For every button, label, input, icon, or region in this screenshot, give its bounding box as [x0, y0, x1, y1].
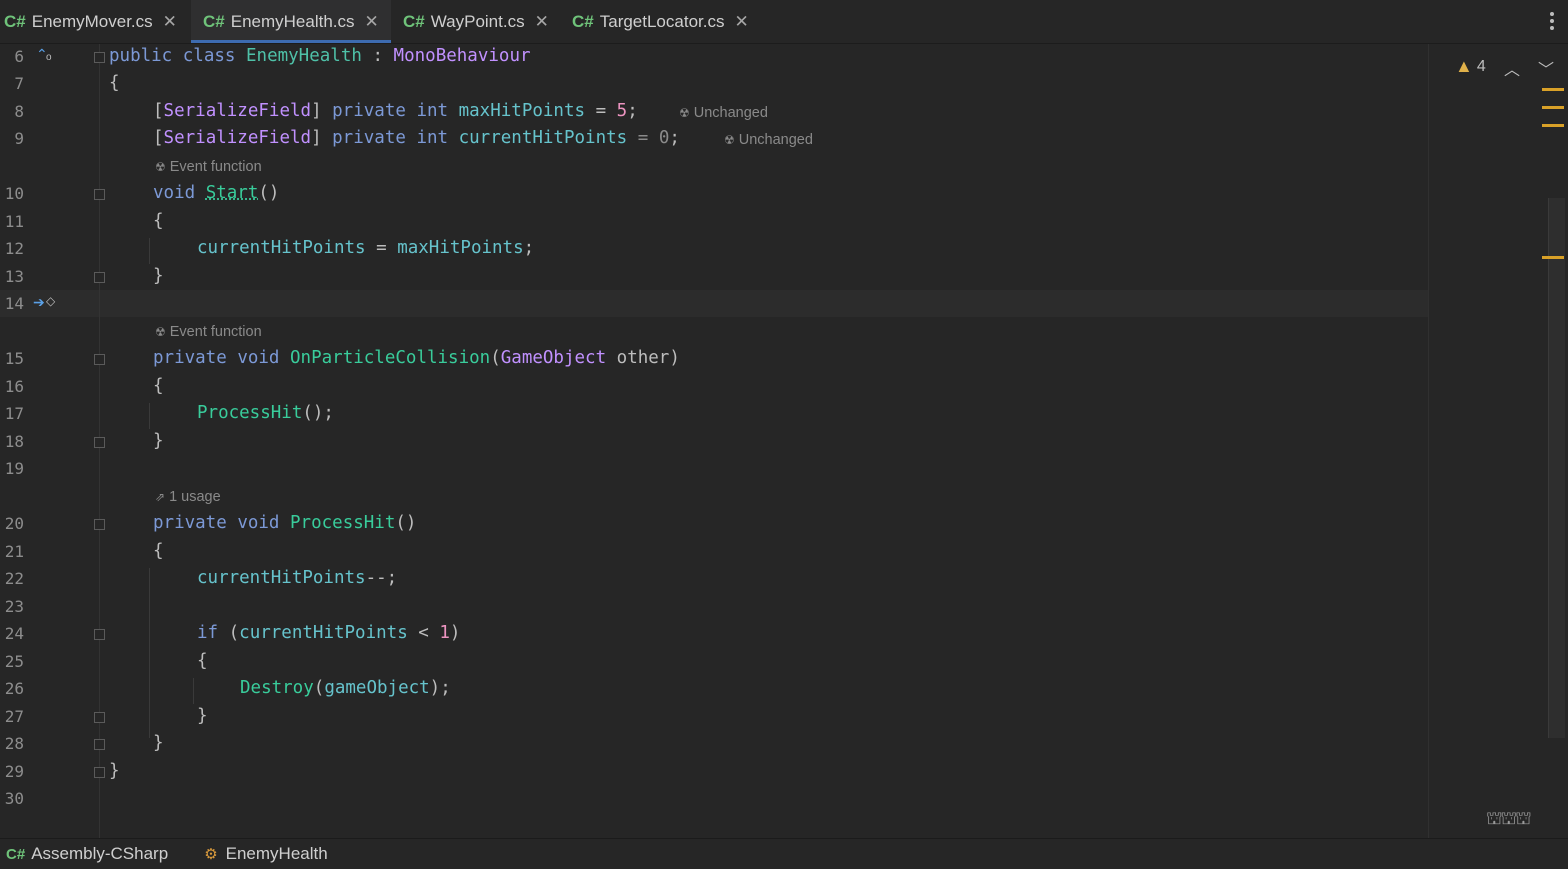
- code-line-30: 30: [4, 789, 24, 808]
- fold-marker[interactable]: [94, 354, 105, 365]
- code-line-27: 27 }: [4, 706, 208, 726]
- warning-stripe[interactable]: [1542, 106, 1564, 109]
- inspection-widget[interactable]: ▲ 4: [1455, 56, 1486, 77]
- csharp-icon: C#: [203, 11, 225, 31]
- tab-label: WayPoint.cs: [430, 11, 525, 31]
- csharp-icon: C#: [572, 11, 594, 31]
- quick-fix-icon[interactable]: ◇: [46, 294, 55, 308]
- tab-label: EnemyHealth.cs: [230, 11, 355, 31]
- code-line-18: 18 }: [4, 431, 164, 451]
- fold-marker[interactable]: [94, 437, 105, 448]
- code-line-12: 12 currentHitPoints = maxHitPoints;: [4, 238, 535, 258]
- csharp-icon: C#: [403, 11, 425, 31]
- fold-marker[interactable]: [94, 712, 105, 723]
- code-editor[interactable]: 6 ⌃ o public class EnemyHealth : MonoBeh…: [0, 44, 1568, 838]
- close-icon[interactable]: ✕: [734, 12, 748, 32]
- event-function-lens[interactable]: ☢ Event function: [155, 159, 262, 181]
- code-line-28: 28 }: [4, 733, 164, 753]
- tab-label: EnemyMover.cs: [31, 11, 153, 31]
- fold-marker[interactable]: [94, 739, 105, 750]
- code-line-23: 23: [4, 597, 24, 616]
- warning-stripe[interactable]: [1542, 256, 1564, 259]
- breadcrumb-bar: C# Assembly-CSharp ⚙ EnemyHealth: [0, 838, 1568, 869]
- unity-icon: ☢: [155, 325, 166, 339]
- warning-stripe[interactable]: [1542, 124, 1564, 127]
- code-line-29: 29 }: [4, 761, 120, 781]
- fold-marker[interactable]: [94, 629, 105, 640]
- code-line-25: 25 {: [4, 651, 208, 671]
- event-function-lens[interactable]: ☢ Event function: [155, 324, 262, 346]
- warning-stripe[interactable]: [1542, 88, 1564, 91]
- more-vert-icon[interactable]: [1550, 9, 1554, 33]
- tab-label: TargetLocator.cs: [599, 11, 725, 31]
- chevron-up-icon[interactable]: ︿: [1504, 56, 1520, 80]
- run-arrow-icon[interactable]: ➔: [33, 294, 45, 311]
- code-line-7: 7 {: [14, 73, 120, 93]
- tab-enemymover[interactable]: C# EnemyMover.cs ✕: [4, 0, 190, 43]
- warning-icon: ▲: [1455, 56, 1473, 76]
- code-line-21: 21 {: [4, 541, 164, 561]
- warning-count: 4: [1476, 57, 1486, 75]
- csharp-icon: C#: [6, 845, 26, 863]
- unity-inline-hint[interactable]: ☢ Unchanged: [679, 105, 768, 121]
- usage-icon: ⇗: [155, 490, 166, 504]
- code-line-26: 26 Destroy(gameObject);: [4, 678, 451, 698]
- code-line-13: 13 }: [4, 266, 164, 286]
- code-line-22: 22 currentHitPoints--;: [4, 568, 398, 588]
- unity-icon: ☢: [155, 160, 166, 174]
- breadcrumb-project[interactable]: C# Assembly-CSharp: [6, 844, 168, 864]
- tab-enemyhealth[interactable]: C# EnemyHealth.cs ✕: [191, 0, 391, 43]
- close-icon[interactable]: ✕: [365, 12, 379, 32]
- unity-icon: ☢: [724, 133, 735, 147]
- csharp-icon: C#: [4, 11, 26, 31]
- code-line-9: 9 [SerializeField] private int currentHi…: [14, 128, 813, 148]
- fold-marker[interactable]: [94, 189, 105, 200]
- code-line-10: 10 void Start(): [4, 183, 280, 203]
- vertical-scrollbar[interactable]: [1548, 198, 1565, 738]
- code-line-11: 11 {: [4, 211, 164, 231]
- unity-icon[interactable]: o: [46, 52, 52, 63]
- fold-marker[interactable]: [94, 52, 105, 63]
- code-line-16: 16 {: [4, 376, 164, 396]
- fold-marker[interactable]: [94, 767, 105, 778]
- code-line-14: 14 ➔ ◇: [4, 294, 56, 313]
- breadcrumb-class[interactable]: ⚙ EnemyHealth: [204, 844, 328, 864]
- close-icon[interactable]: ✕: [163, 12, 177, 32]
- fold-marker[interactable]: [94, 519, 105, 530]
- code-line-19: 19: [4, 459, 24, 478]
- fold-marker[interactable]: [94, 272, 105, 283]
- code-line-15: 15 private void OnParticleCollision(Game…: [4, 348, 680, 368]
- ai-assistant-icon[interactable]: ⛫⛫⛫: [1486, 808, 1532, 832]
- code-line-17: 17 ProcessHit();: [4, 403, 334, 423]
- unity-icon: ☢: [679, 106, 690, 120]
- tab-waypoint[interactable]: C# WayPoint.cs ✕: [403, 0, 563, 43]
- unity-inline-hint[interactable]: ☢ Unchanged: [724, 132, 813, 148]
- usage-lens[interactable]: ⇗ 1 usage: [155, 489, 221, 511]
- code-line-20: 20 private void ProcessHit(): [4, 513, 417, 533]
- code-line-6: 6 ⌃ o public class EnemyHealth : MonoBeh…: [14, 46, 531, 66]
- chevron-down-icon[interactable]: ﹀: [1538, 56, 1554, 80]
- tab-targetlocator[interactable]: C# TargetLocator.cs ✕: [572, 0, 772, 43]
- code-line-8: 8 [SerializeField] private int maxHitPoi…: [14, 101, 768, 121]
- editor-tab-bar: C# EnemyMover.cs ✕ C# EnemyHealth.cs ✕ C…: [0, 0, 1568, 44]
- class-icon: ⚙: [204, 846, 218, 863]
- close-icon[interactable]: ✕: [535, 12, 549, 32]
- code-line-24: 24 if (currentHitPoints < 1): [4, 623, 461, 643]
